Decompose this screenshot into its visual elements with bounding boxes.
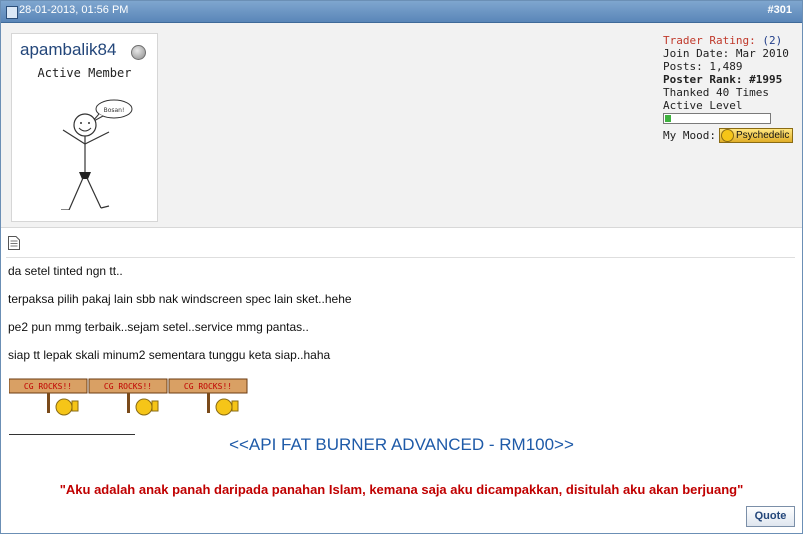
- divider: [6, 257, 795, 258]
- forum-post: 28-01-2013, 01:56 PM #301 apambalik84 Ac…: [0, 0, 803, 534]
- join-date: Join Date: Mar 2010: [663, 47, 789, 60]
- user-card: apambalik84 Active Member Bosan!: [11, 33, 158, 222]
- mood-row: My Mood: Psychedelic: [663, 128, 794, 143]
- document-icon: [8, 236, 20, 250]
- avatar[interactable]: Bosan!: [29, 92, 141, 210]
- thanked-count: Thanked 40 Times: [663, 86, 769, 99]
- cg-rocks-sign: CG ROCKS!!: [168, 378, 248, 416]
- post-text-line: siap tt lepak skali minum2 sementara tun…: [8, 348, 331, 362]
- user-title: Active Member: [37, 66, 132, 80]
- signature-quote: "Aku adalah anak panah daripada panahan …: [59, 482, 744, 497]
- post-content: da setel tinted ngn tt.. terpaksa pilih …: [1, 228, 802, 533]
- trader-rating-link[interactable]: (2): [762, 34, 782, 47]
- post-text-line: da setel tinted ngn tt..: [8, 264, 123, 278]
- trader-rating: Trader Rating: (2): [663, 34, 793, 47]
- post-number-link[interactable]: #301: [768, 4, 792, 16]
- cg-rocks-smileys: CG ROCKS!! CG ROCKS!! CG ROCKS!!: [9, 378, 248, 416]
- mood-badge: Psychedelic: [718, 128, 794, 143]
- post-icon: [6, 6, 18, 19]
- avatar-speech-text: Bosan!: [104, 107, 125, 114]
- user-info-row: apambalik84 Active Member Bosan! Trader …: [1, 23, 802, 228]
- quote-button[interactable]: Quote: [746, 506, 795, 527]
- username-link[interactable]: apambalik84: [20, 40, 116, 60]
- active-level-bar: [663, 113, 771, 124]
- mood-value: Psychedelic: [735, 130, 790, 141]
- post-text-line: pe2 pun mmg terbaik..sejam setel..servic…: [8, 320, 309, 334]
- signature-link[interactable]: <<API FAT BURNER ADVANCED - RM100>>: [1, 435, 802, 455]
- cg-rocks-sign: CG ROCKS!!: [88, 378, 168, 416]
- active-level-label: Active Level: [663, 99, 743, 112]
- post-count: Posts: 1,489: [663, 60, 743, 73]
- cg-rocks-text: CG ROCKS!!: [24, 382, 72, 391]
- active-level-fill: [665, 115, 671, 122]
- offline-status-icon: [131, 45, 146, 60]
- post-text-line: terpaksa pilih pakaj lain sbb nak windsc…: [8, 292, 352, 306]
- smiley-icon: [720, 129, 734, 142]
- user-stats: Trader Rating: (2) Join Date: Mar 2010 P…: [663, 34, 794, 143]
- trader-rating-label: Trader Rating:: [663, 34, 756, 47]
- post-date: 28-01-2013, 01:56 PM: [19, 4, 129, 16]
- cg-rocks-text: CG ROCKS!!: [184, 382, 232, 391]
- cg-rocks-sign: CG ROCKS!!: [9, 378, 88, 416]
- mood-label: My Mood:: [663, 129, 716, 142]
- poster-rank: Poster Rank: #1995: [663, 73, 783, 86]
- cg-rocks-text: CG ROCKS!!: [104, 382, 152, 391]
- post-header: 28-01-2013, 01:56 PM #301: [1, 1, 802, 23]
